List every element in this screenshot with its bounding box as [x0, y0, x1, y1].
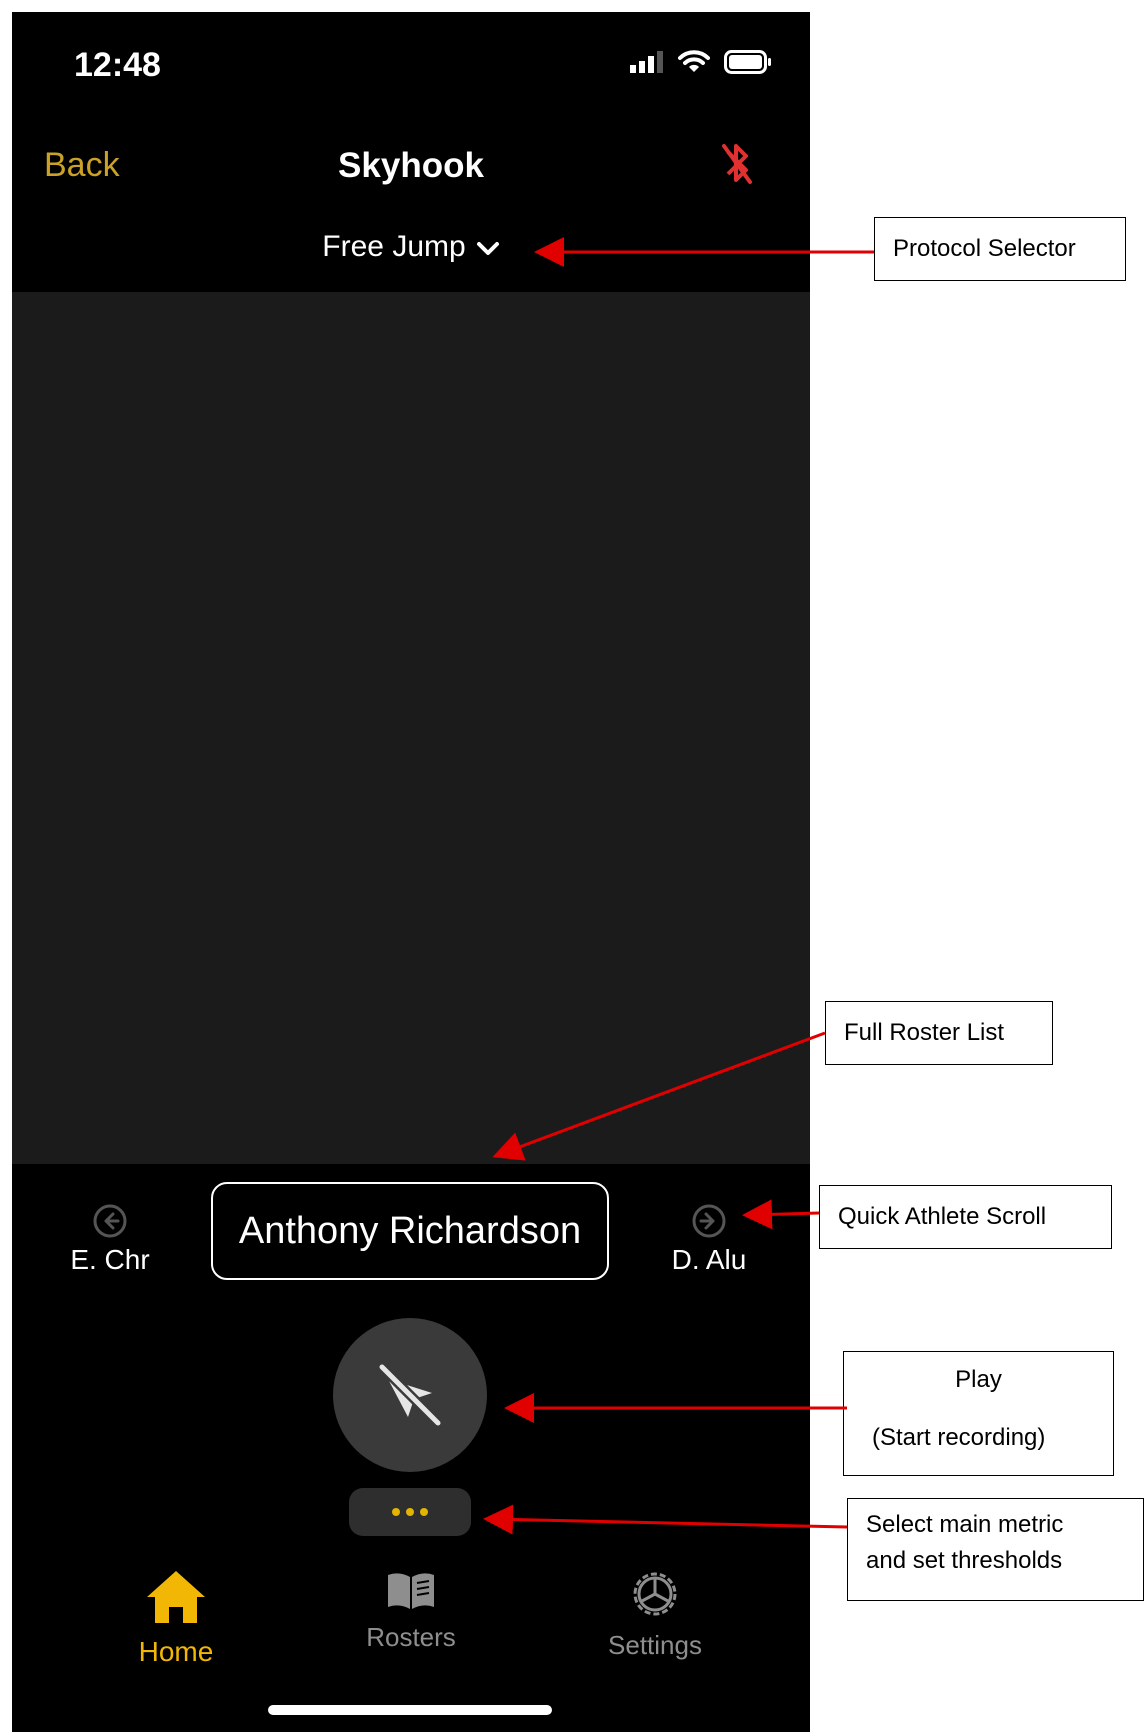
annotation-play: Play (Start recording) — [843, 1351, 1114, 1476]
status-bar: 12:48 — [12, 12, 810, 112]
tracking-off-icon — [377, 1362, 443, 1428]
annotation-metric-line2: and set thresholds — [866, 1547, 1063, 1574]
tab-rosters[interactable]: Rosters — [331, 1567, 491, 1653]
home-indicator — [268, 1705, 552, 1715]
status-icons — [630, 50, 772, 74]
current-athlete-button[interactable]: Anthony Richardson — [211, 1182, 609, 1280]
tab-rosters-label: Rosters — [366, 1622, 456, 1652]
tab-home-label: Home — [138, 1636, 214, 1667]
annotation-play-subtitle: (Start recording) — [872, 1424, 1046, 1451]
home-icon — [147, 1571, 205, 1623]
ellipsis-icon — [389, 1508, 431, 1516]
annotation-metric: Select main metric and set thresholds — [847, 1498, 1144, 1601]
annotation-protocol-selector: Protocol Selector — [874, 217, 1126, 281]
tab-settings[interactable]: Settings — [575, 1567, 735, 1661]
gear-icon — [633, 1572, 677, 1616]
signal-icon — [630, 51, 663, 73]
arrow-right-circle-icon — [692, 1204, 726, 1238]
book-icon — [388, 1573, 434, 1609]
protocol-selector[interactable]: Free Jump — [12, 230, 810, 265]
previous-athlete-button[interactable]: E. Chr — [50, 1204, 170, 1276]
next-athlete-label: D. Alu — [671, 1244, 747, 1275]
bluetooth-status-button[interactable] — [720, 140, 754, 191]
nav-bar: Back Skyhook — [12, 132, 810, 202]
annotation-play-title: Play — [955, 1366, 1002, 1393]
play-button[interactable] — [333, 1318, 487, 1472]
camera-preview — [12, 292, 810, 1164]
annotation-metric-line1: Select main metric — [866, 1511, 1064, 1538]
bluetooth-off-icon — [722, 144, 752, 184]
page-title: Skyhook — [338, 146, 484, 185]
metric-options-button[interactable] — [349, 1488, 471, 1536]
tab-settings-label: Settings — [608, 1630, 702, 1660]
tab-home[interactable]: Home — [96, 1567, 256, 1668]
arrow-left-circle-icon — [93, 1204, 127, 1238]
athlete-selector-row: E. Chr Anthony Richardson D. Alu — [12, 1164, 810, 1304]
annotation-full-roster: Full Roster List — [825, 1001, 1053, 1065]
battery-icon — [724, 50, 771, 74]
phone-screen: 12:48 Back Skyhook Free Jump E. Chr Anth… — [12, 12, 810, 1732]
wifi-icon — [678, 50, 710, 72]
previous-athlete-label: E. Chr — [70, 1244, 150, 1275]
tab-bar: Home Rosters Settings — [12, 1567, 810, 1667]
next-athlete-button[interactable]: D. Alu — [649, 1204, 769, 1276]
annotation-quick-scroll: Quick Athlete Scroll — [819, 1185, 1112, 1249]
protocol-label: Free Jump — [322, 230, 466, 263]
status-time: 12:48 — [74, 46, 161, 84]
chevron-down-icon — [476, 231, 500, 265]
